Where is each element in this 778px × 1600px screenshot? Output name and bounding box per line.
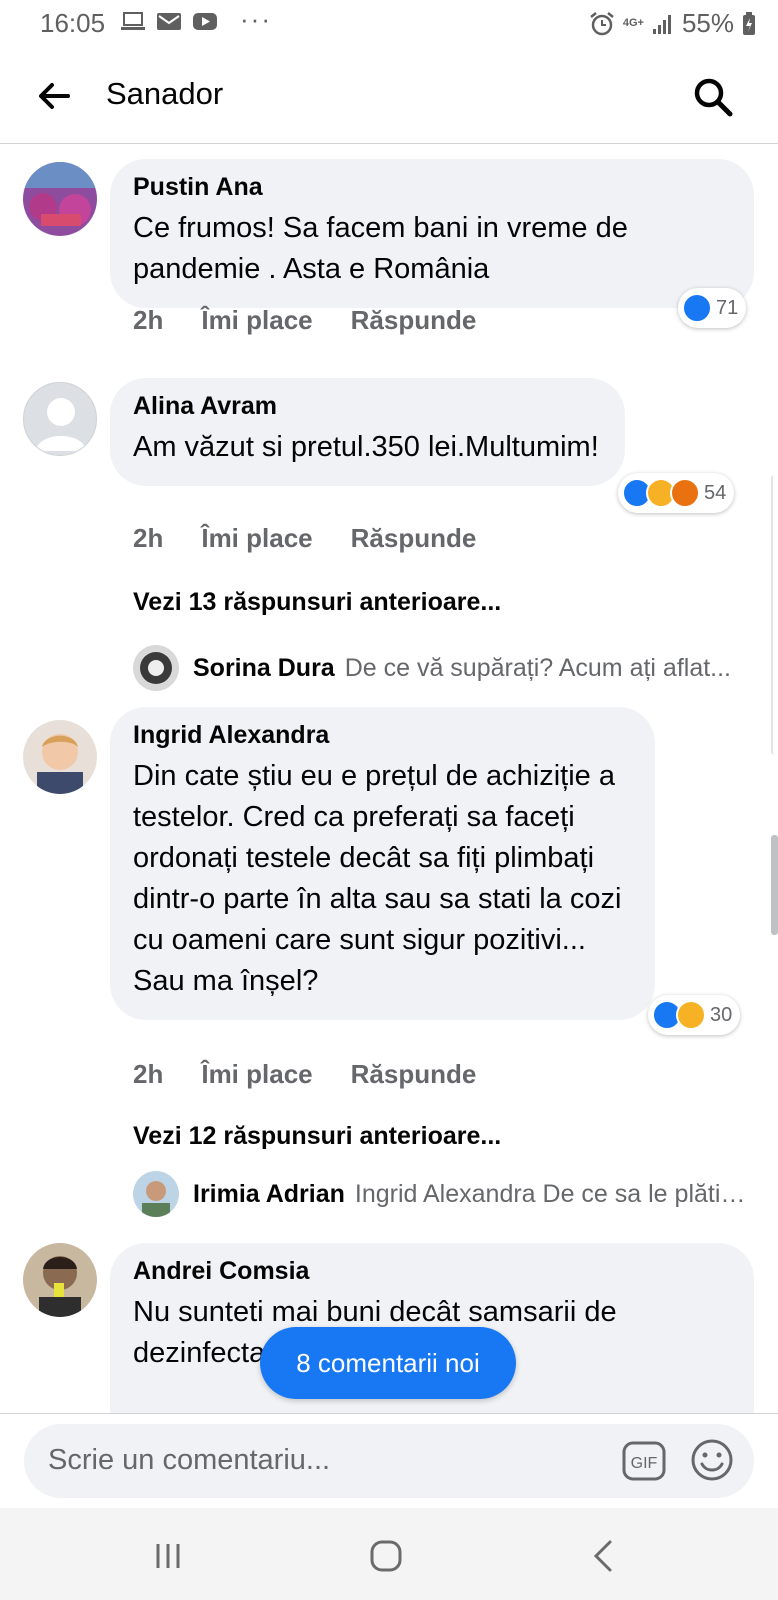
angry-reaction-icon [670, 478, 700, 508]
reply-preview[interactable]: Sorina Dura De ce vă supărați? Acum ați … [133, 645, 753, 691]
mail-icon [157, 13, 181, 30]
system-back-icon[interactable] [584, 1536, 624, 1576]
more-notifications-icon: ··· [240, 4, 272, 34]
reply-author: Irimia Adrian [193, 1179, 345, 1208]
svg-text:GIF: GIF [631, 1455, 658, 1472]
default-avatar-icon [36, 398, 86, 451]
status-time: 16:05 [40, 8, 106, 38]
avatar[interactable] [133, 1171, 179, 1217]
comment-time: 2h [133, 523, 164, 553]
avatar[interactable] [23, 1243, 97, 1317]
profile-photo-flowers [23, 162, 97, 236]
reply-button[interactable]: Răspunde [351, 305, 477, 336]
reaction-summary[interactable]: 30 [648, 995, 741, 1035]
comment-bubble[interactable]: Ingrid Alexandra Din cate știu eu e preț… [110, 707, 655, 1020]
screen: 16:05 ··· 4G+ 55% Sanador Pustin Ana Ce … [0, 0, 778, 1600]
reply-text: Ingrid Alexandra De ce sa le plătim... [354, 1179, 753, 1208]
like-button[interactable]: Îmi place [201, 523, 312, 554]
comment-bubble[interactable]: Pustin Ana Ce frumos! Sa facem bani in v… [110, 159, 754, 308]
comment-time: 2h [133, 305, 164, 335]
comment-time: 2h [133, 1059, 164, 1089]
view-previous-replies[interactable]: Vezi 13 răspunsuri anterioare... [133, 588, 501, 617]
battery-percent: 55% [681, 8, 734, 38]
emoji-icon[interactable] [690, 1438, 734, 1482]
profile-photo-child [23, 720, 97, 794]
comment-text: Ce frumos! Sa facem bani in vreme de pan… [133, 212, 628, 285]
laptop-icon [121, 12, 145, 30]
reaction-count: 30 [710, 1003, 733, 1026]
comment-text: Am văzut si pretul.350 lei.Multumim! [133, 431, 599, 463]
search-icon[interactable] [692, 76, 734, 118]
network-type: 4G+ [622, 17, 644, 29]
comment-bubble[interactable]: Alina Avram Am văzut si pretul.350 lei.M… [110, 378, 625, 486]
comment-text: Din cate știu eu e prețul de achiziție a… [133, 760, 622, 997]
comment-composer: Scrie un comentariu... GIF [0, 1413, 778, 1508]
comments-feed[interactable]: Pustin Ana Ce frumos! Sa facem bani in v… [0, 145, 778, 1413]
reply-text: De ce vă supărați? Acum ați aflat... [344, 653, 732, 682]
haha-reaction-icon [676, 1000, 706, 1030]
like-button[interactable]: Îmi place [201, 1059, 312, 1090]
back-arrow-icon[interactable] [34, 76, 74, 116]
comment-author[interactable]: Ingrid Alexandra [133, 721, 633, 750]
youtube-icon [193, 13, 217, 30]
status-bar: 16:05 ··· 4G+ 55% [0, 0, 778, 46]
comment-author[interactable]: Pustin Ana [133, 173, 732, 202]
reaction-summary[interactable]: 71 [678, 288, 747, 328]
reaction-count: 54 [704, 481, 727, 504]
battery-icon [743, 11, 755, 35]
avatar[interactable] [23, 382, 97, 456]
comment-author[interactable]: Alina Avram [133, 392, 603, 421]
system-navigation-bar [0, 1508, 778, 1600]
view-previous-replies[interactable]: Vezi 12 răspunsuri anterioare... [133, 1122, 501, 1151]
comment-author[interactable]: Andrei Comsia [133, 1257, 732, 1286]
scrollbar-track[interactable] [771, 475, 778, 755]
like-button[interactable]: Îmi place [201, 305, 312, 336]
reply-author: Sorina Dura [193, 653, 335, 682]
avatar[interactable] [133, 645, 179, 691]
alarm-icon [590, 11, 614, 35]
avatar[interactable] [23, 720, 97, 794]
reply-preview[interactable]: Irimia Adrian Ingrid Alexandra De ce sa … [133, 1171, 753, 1217]
top-app-bar: Sanador [0, 48, 778, 144]
comment-input[interactable]: Scrie un comentariu... GIF [24, 1424, 754, 1498]
profile-photo-man [23, 1243, 97, 1317]
like-reaction-icon [682, 293, 712, 323]
reaction-count: 71 [716, 296, 739, 319]
page-title: Sanador [106, 76, 224, 111]
gif-icon[interactable]: GIF [622, 1439, 666, 1483]
reply-button[interactable]: Răspunde [351, 523, 477, 554]
home-icon[interactable] [366, 1536, 406, 1576]
comment-input-placeholder: Scrie un comentariu... [48, 1444, 331, 1476]
avatar[interactable] [23, 162, 97, 236]
recent-apps-icon[interactable] [148, 1536, 188, 1576]
signal-icon [652, 14, 671, 34]
reaction-summary[interactable]: 54 [618, 473, 735, 513]
reply-button[interactable]: Răspunde [351, 1059, 477, 1090]
scrollbar-thumb[interactable] [771, 835, 778, 935]
new-comments-button[interactable]: 8 comentarii noi [260, 1327, 516, 1399]
